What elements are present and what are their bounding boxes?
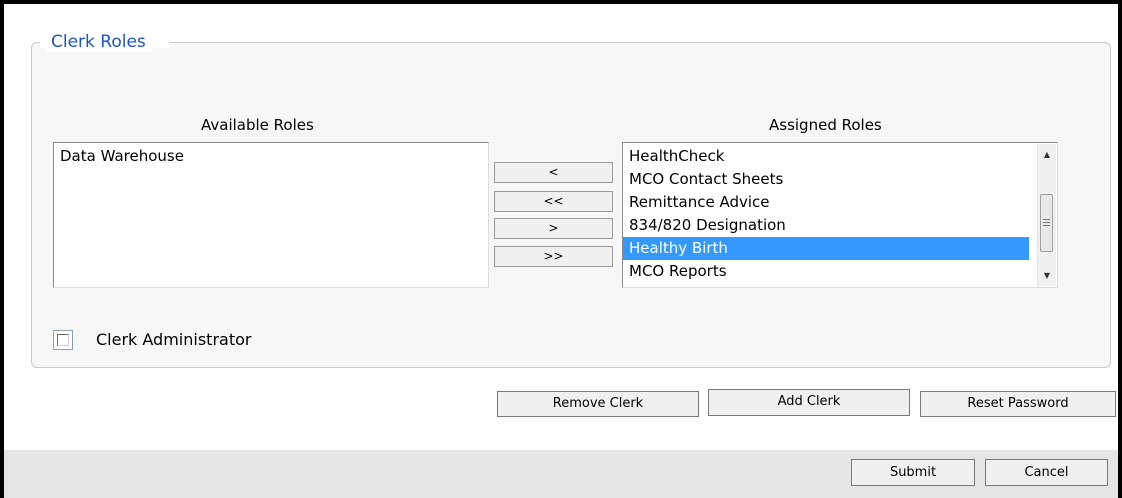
clerk-administrator-checkbox[interactable]	[53, 330, 73, 350]
assigned-role-item[interactable]: 834/820 Designation	[623, 214, 1057, 237]
available-roles-listbox[interactable]: Data Warehouse	[53, 142, 489, 288]
available-roles-title: Available Roles	[201, 116, 314, 134]
cancel-button[interactable]: Cancel	[985, 459, 1108, 486]
assigned-roles-scrollbar[interactable]: ▲ ▼	[1037, 144, 1056, 286]
checkbox-box	[57, 334, 69, 346]
scroll-up-arrow-icon[interactable]: ▲	[1038, 147, 1056, 163]
assigned-roles-title: Assigned Roles	[769, 116, 882, 134]
add-one-button[interactable]: >	[494, 218, 613, 239]
assigned-roles-listbox[interactable]: HealthCheck MCO Contact Sheets Remittanc…	[622, 142, 1058, 288]
add-clerk-button[interactable]: Add Clerk	[708, 389, 910, 416]
assigned-role-item[interactable]: Remittance Advice	[623, 191, 1057, 214]
remove-all-button[interactable]: <<	[494, 191, 613, 212]
add-all-button[interactable]: >>	[494, 246, 613, 267]
remove-clerk-button[interactable]: Remove Clerk	[497, 391, 699, 417]
scroll-down-arrow-icon[interactable]: ▼	[1038, 268, 1056, 284]
reset-password-button[interactable]: Reset Password	[920, 391, 1116, 417]
remove-one-button[interactable]: <	[494, 162, 613, 183]
assigned-role-item-selected[interactable]: Healthy Birth	[623, 237, 1029, 260]
scroll-thumb[interactable]	[1040, 194, 1053, 252]
assigned-role-item[interactable]: MCO Reports	[623, 260, 1057, 283]
available-role-item[interactable]: Data Warehouse	[54, 145, 488, 168]
assigned-role-item[interactable]: MCO Contact Sheets	[623, 168, 1057, 191]
submit-button[interactable]: Submit	[851, 459, 975, 486]
assigned-role-item[interactable]: HealthCheck	[623, 145, 1057, 168]
clerk-roles-legend: Clerk Roles	[45, 32, 152, 52]
clerk-administrator-label: Clerk Administrator	[96, 330, 252, 349]
